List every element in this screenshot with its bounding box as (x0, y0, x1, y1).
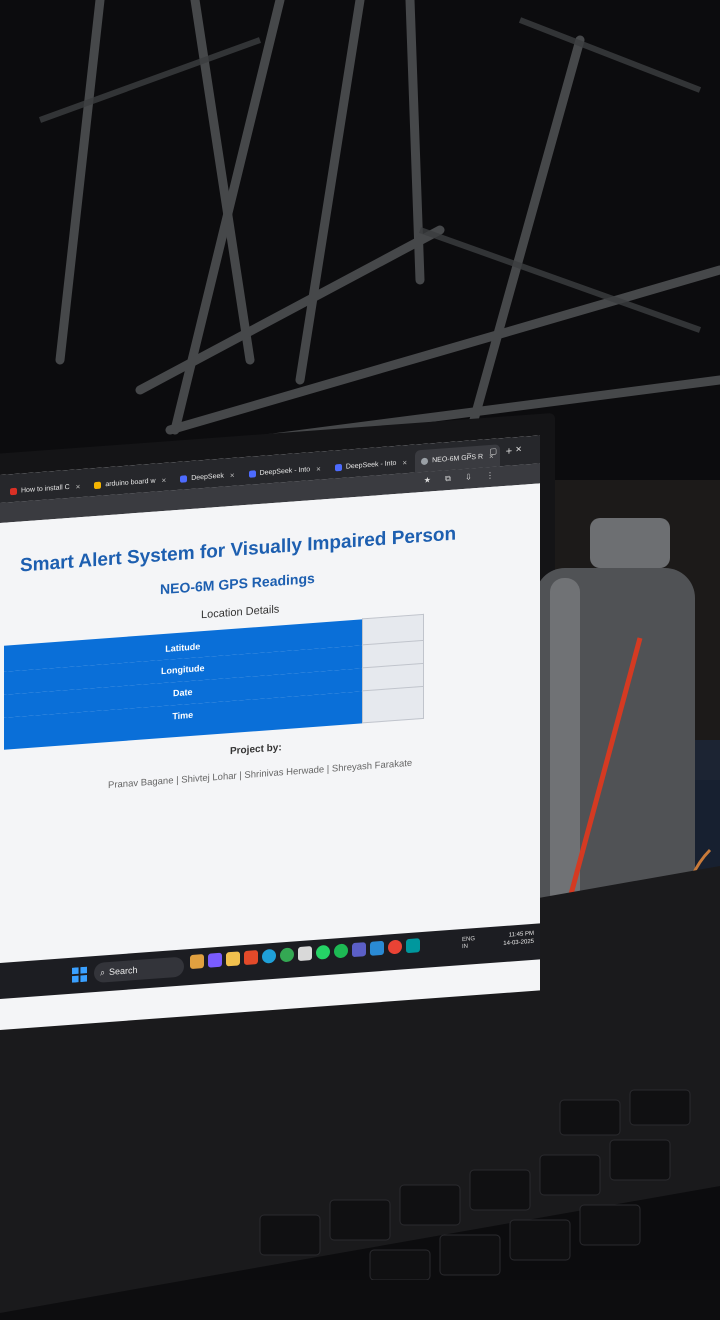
location-table: Latitude Longitude Date Time (4, 614, 424, 750)
tab-close-icon[interactable]: × (402, 458, 407, 467)
search-icon: ⌕ (100, 966, 106, 978)
search-label: Search (109, 964, 138, 977)
widgets-icon[interactable] (190, 954, 204, 970)
row-value-time (362, 686, 424, 723)
file-explorer-icon[interactable] (226, 951, 240, 967)
tab-close-icon[interactable]: × (230, 470, 235, 479)
tab-label: DeepSeek - Into (259, 465, 311, 477)
office-icon[interactable] (244, 950, 258, 966)
tab-favicon-icon (334, 463, 342, 471)
tab-favicon-icon (94, 481, 102, 489)
toolbar-icons[interactable]: ★ ⧉ ⇩ ⋮ (424, 470, 500, 486)
edge-icon[interactable] (262, 948, 276, 964)
teams-icon[interactable] (352, 942, 366, 958)
clock-date: 14-03-2025 (503, 938, 534, 948)
chrome-icon[interactable] (280, 947, 294, 963)
whatsapp-icon[interactable] (316, 944, 330, 960)
tab-favicon-icon (10, 487, 17, 495)
taskbar-search[interactable]: ⌕ Search (94, 956, 184, 984)
tab-favicon-icon (180, 474, 188, 483)
tab-label: arduino board w (105, 477, 156, 488)
tab-close-icon[interactable]: × (316, 464, 321, 473)
page-subtitle: NEO-6M GPS Readings (160, 569, 315, 598)
taskbar-clock[interactable]: 11:45 PM 14-03-2025 (503, 930, 534, 948)
authors-list: Pranav Bagane | Shivtej Lohar | Shriniva… (108, 757, 413, 792)
web-page: Smart Alert System for Visually Impaired… (0, 483, 540, 963)
notes-icon[interactable] (298, 946, 312, 962)
location-details-heading: Location Details (201, 603, 280, 622)
page-title: Smart Alert System for Visually Impaired… (20, 523, 457, 577)
vscode-icon[interactable] (370, 940, 384, 956)
tab-label: DeepSeek - Into (345, 459, 397, 471)
windows-start-icon[interactable] (72, 966, 87, 983)
tab-favicon-icon (421, 457, 429, 465)
tab-close-icon[interactable]: × (76, 482, 81, 491)
tab-favicon-icon (248, 469, 256, 478)
laptop-screen: How to install C × arduino board w × Dee… (0, 435, 540, 1031)
spotify-icon[interactable] (334, 943, 348, 959)
copilot-icon[interactable] (208, 952, 222, 968)
tab-close-icon[interactable]: × (162, 475, 167, 484)
project-by-label: Project by: (230, 742, 282, 758)
arduino-icon[interactable] (406, 938, 420, 954)
language-indicator[interactable]: ENG IN (462, 936, 475, 951)
tab-label: How to install C (21, 483, 70, 494)
chrome-alt-icon[interactable] (388, 939, 402, 955)
tab-label: DeepSeek (191, 472, 224, 482)
